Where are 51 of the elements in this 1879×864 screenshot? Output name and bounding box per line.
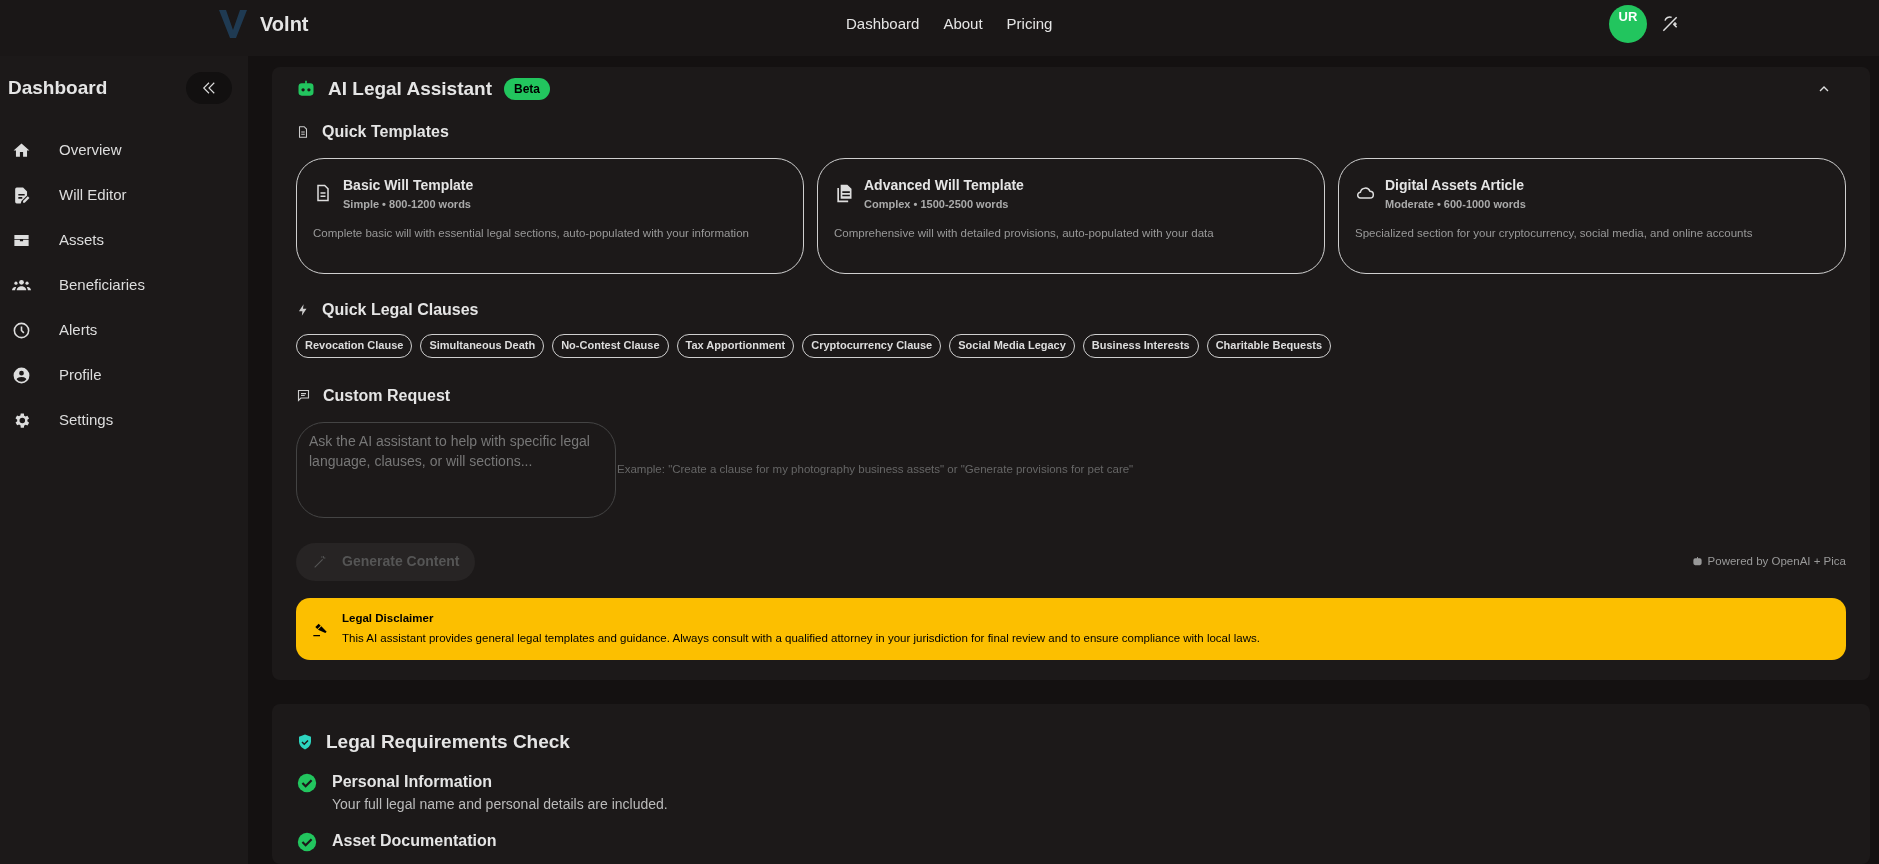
sidebar-item[interactable]: Settings [0, 398, 248, 443]
requirement-title: Personal Information [332, 772, 494, 792]
disclaimer-title: Legal Disclaimer [342, 610, 435, 626]
template-card[interactable]: Basic Will Template Simple • 800-1200 words Complete basic will with essential legal sections, auto-populated with your information [296, 157, 804, 274]
user-icon [12, 366, 31, 385]
requirement-title: Asset Documentation [332, 831, 497, 851]
request-field[interactable]: Ask the AI assistant to help with specific legal language, clauses, or will sections... [296, 421, 616, 518]
template-title: Advanced Will Template [864, 175, 1024, 195]
sidebar-item[interactable]: Will Editor [0, 173, 248, 218]
template-card[interactable]: Advanced Will Template Complex • 1500-2500 words Comprehensive will with detailed provisions, auto-populated with your data [817, 157, 1325, 274]
section-title: Legal Requirements Check [326, 729, 570, 754]
message-icon [296, 388, 311, 403]
clock-icon [12, 321, 31, 340]
requirement-description: Your full legal name and personal details are included. [332, 795, 668, 814]
example-hint: Example: "Create a clause for my photography business assets" or "Generate provisions for pet care" [617, 461, 1134, 477]
subsection-title: Custom Request [323, 385, 451, 406]
disclaimer-text: This AI assistant provides general legal templates and guidance. Always consult with a qualified attorney in your jurisdiction for final review and to ensure compliance with local laws. [342, 631, 1260, 646]
nav-link[interactable]: About [943, 13, 983, 36]
subsection-title: Quick Legal Clauses [322, 299, 479, 320]
logo-icon [218, 8, 248, 40]
robot-icon [1691, 556, 1703, 567]
template-description: Specialized section for your cryptocurrency, social media, and online accounts [1355, 226, 1754, 241]
document-icon [296, 124, 310, 139]
edit-document-icon [12, 186, 31, 205]
template-meta: Moderate • 600-1000 words [1385, 196, 1526, 212]
template-meta: Complex • 1500-2500 words [864, 196, 1010, 212]
home-icon [12, 141, 31, 160]
subsection-title: Quick Templates [322, 121, 449, 142]
sidebar-item[interactable]: Overview [0, 128, 248, 173]
template-description: Complete basic will with essential legal sections, auto-populated with your information [313, 226, 750, 241]
collapse-button[interactable] [186, 72, 232, 104]
documents-icon [834, 183, 854, 204]
nav-link[interactable]: Pricing [1006, 13, 1053, 36]
theme-toggle-icon[interactable] [1660, 14, 1680, 34]
sidebar-item[interactable]: Beneficiaries [0, 263, 248, 308]
template-description: Comprehensive will with detailed provisions, auto-populated with your data [834, 226, 1215, 241]
nav-link[interactable]: Dashboard [846, 13, 920, 36]
sidebar-item[interactable]: Alerts [0, 308, 248, 353]
section-title: AI Legal Assistant [328, 77, 492, 101]
magic-wand-icon [312, 553, 328, 570]
sidebar-item[interactable]: Assets [0, 218, 248, 263]
shield-check-icon [296, 732, 314, 751]
powered-by-text: Powered by OpenAI + Pica [1707, 553, 1846, 569]
template-title: Digital Assets Article [1385, 175, 1525, 195]
brand-name[interactable]: Volnt [260, 9, 309, 39]
sidebar-title: Dashboard [8, 75, 108, 100]
template-card[interactable]: Digital Assets Article Moderate • 600-1000 words Specialized section for your cryptocurrency, social media, and online accounts [1338, 157, 1846, 274]
template-meta: Simple • 800-1200 words [343, 196, 472, 212]
template-title: Basic Will Template [343, 175, 474, 195]
beta-badge: Beta [504, 78, 551, 101]
sidebar-item[interactable]: Profile [0, 353, 248, 398]
